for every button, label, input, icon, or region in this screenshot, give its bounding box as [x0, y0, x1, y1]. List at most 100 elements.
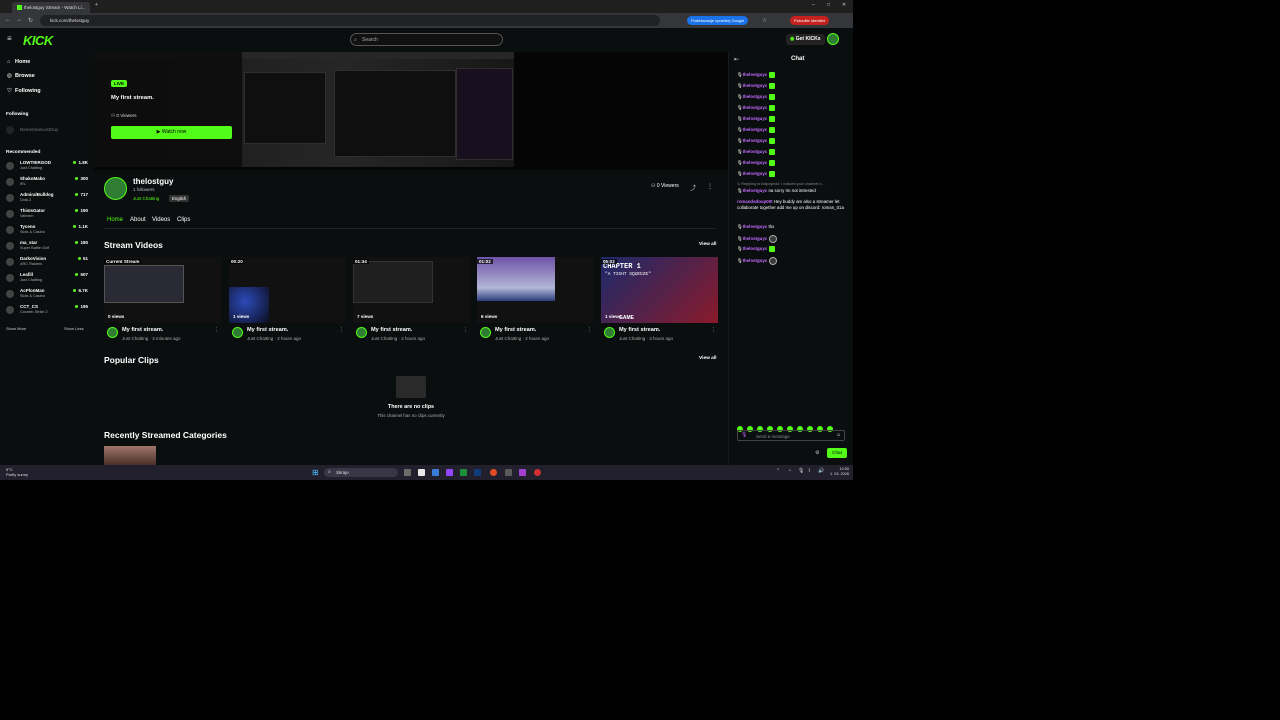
recommended-item[interactable]: Tyceno Slots & Casino 1.1K — [6, 224, 90, 238]
app-icon[interactable] — [474, 469, 481, 476]
chat-username[interactable]: romandsdoup00t — [737, 199, 773, 204]
recommended-item[interactable]: CCT_CS Counter-Strike 2 195 — [6, 304, 90, 318]
more-options-icon[interactable]: ⋮ — [707, 183, 713, 190]
chat-username[interactable]: thelostguyc — [743, 83, 768, 88]
tab-home[interactable]: Home — [107, 217, 123, 223]
tab-videos[interactable]: Videos — [152, 217, 170, 223]
recommended-item[interactable]: ShakoMako IRL 300 — [6, 176, 90, 190]
user-avatar[interactable] — [827, 33, 839, 45]
chat-username[interactable]: thelostguyc — [743, 171, 768, 176]
chat-username[interactable]: thelostguyc — [743, 127, 768, 132]
search-input[interactable]: Search — [350, 33, 503, 46]
recommended-item[interactable]: AdmiralBulldog Dota 2 717 — [6, 192, 90, 206]
channel-name: LOWTIERGOD — [20, 160, 51, 165]
chat-username[interactable]: thelostguyc — [743, 72, 768, 77]
channel-name[interactable]: thelostguy — [133, 177, 173, 186]
tabs-divider — [104, 228, 716, 229]
show-more-button[interactable]: Show More — [6, 326, 26, 331]
tab-clips[interactable]: Clips — [177, 217, 190, 223]
get-kicks-button[interactable]: ◉ Get KICKs — [786, 34, 825, 45]
show-less-button[interactable]: Show Less — [64, 326, 84, 331]
forward-icon[interactable]: → — [16, 17, 22, 23]
chat-username[interactable]: thelostguyc — [743, 160, 768, 165]
kick-logo[interactable]: KICK — [23, 33, 53, 48]
browser-tab[interactable]: thelostguy Stream - Watch Li... — [12, 2, 90, 13]
recommended-item[interactable]: DarkoVision ARC Raiders 51 — [6, 256, 90, 270]
sidebar-item-home[interactable]: ⌂ Home — [7, 59, 30, 65]
sidebar-item-browse[interactable]: ◎ Browse — [7, 73, 35, 79]
chat-username[interactable]: thelostguyc — [743, 246, 768, 251]
star-icon[interactable]: ☆ — [762, 17, 767, 24]
wifi-icon[interactable]: ⌇ — [808, 468, 810, 474]
tab-about[interactable]: About — [130, 217, 146, 223]
app-icon[interactable] — [519, 469, 526, 476]
recommended-item[interactable]: LOWTIERGOD Just Chatting 1.8K — [6, 160, 90, 174]
recommended-item[interactable]: Leafill Just Chatting 507 — [6, 272, 90, 286]
recommended-item[interactable]: AcPlonMan Slots & Casino 6.7K — [6, 288, 90, 302]
translate-pill[interactable]: Podešavanje vpravbej Google — [687, 16, 749, 25]
sidebar-item-following[interactable]: ♡ Following — [7, 88, 41, 94]
more-options-icon[interactable]: ⋮ — [711, 327, 716, 333]
language-badge[interactable]: English — [169, 195, 190, 202]
app-icon[interactable] — [505, 469, 512, 476]
channel-avatar[interactable] — [104, 177, 127, 200]
windows-start-icon[interactable]: ⊞ — [312, 468, 319, 477]
new-tab-icon[interactable]: + — [95, 2, 98, 8]
more-options-icon[interactable]: ⋮ — [587, 327, 592, 333]
video-label: Current Stream — [104, 259, 142, 264]
watch-now-button[interactable]: ▶ Watch now — [111, 126, 232, 139]
taskbar-search[interactable]: Skraje — [324, 468, 398, 477]
chat-username[interactable]: thelostguyc — [743, 236, 768, 241]
video-camera-icon — [396, 376, 426, 398]
avatar — [6, 194, 14, 202]
weather-widget[interactable]: 9°C Partly sunny — [6, 467, 28, 477]
chat-username[interactable]: thelostguyc — [743, 258, 768, 263]
mic-icon[interactable]: 🎙 — [798, 468, 804, 474]
share-icon[interactable]: ⤴ — [690, 183, 696, 192]
recommended-item[interactable]: ThisIsGator Valheim 190 — [6, 208, 90, 222]
task-view-icon[interactable] — [404, 469, 411, 476]
app-icon[interactable] — [534, 469, 541, 476]
popular-clips-view-all[interactable]: View all — [699, 356, 717, 361]
menu-icon[interactable]: ≡ — [7, 34, 12, 43]
following-item[interactable]: DementiveLostGuy — [6, 125, 90, 135]
emoji-picker-icon[interactable]: ☺ — [836, 432, 841, 438]
address-bar[interactable]: kick.com/thelostguy — [40, 15, 660, 26]
back-icon[interactable]: ← — [5, 17, 11, 23]
more-options-icon[interactable]: ⋮ — [463, 327, 468, 333]
profile-pill[interactable]: Potvrdite identitet — [790, 16, 829, 25]
category-thumbnail[interactable] — [104, 446, 156, 465]
network-icon[interactable]: ◔ — [788, 468, 791, 474]
tray-chevron-icon[interactable]: ⌃ — [776, 468, 780, 474]
system-clock[interactable]: 10:50 1. 03. 2026 — [830, 467, 849, 477]
chat-username[interactable]: thelostguyc — [743, 188, 768, 193]
chat-username[interactable]: thelostguyc — [743, 116, 768, 121]
collapse-chat-icon[interactable]: ⇤ — [734, 56, 739, 63]
more-options-icon[interactable]: ⋮ — [339, 327, 344, 333]
volume-icon[interactable]: 🔊 — [818, 468, 824, 474]
chat-username[interactable]: thelostguyc — [743, 94, 768, 99]
app-icon[interactable] — [446, 469, 453, 476]
chat-username[interactable]: thelostguyc — [743, 105, 768, 110]
chat-input[interactable]: Send a message — [737, 430, 845, 441]
settings-icon[interactable]: ⚙ — [815, 450, 819, 456]
recommended-item[interactable]: ma_star Super Battle Golf 180 — [6, 240, 90, 254]
chat-username[interactable]: thelostguyc — [743, 138, 768, 143]
minimize-icon[interactable]: – — [812, 2, 815, 8]
chat-username[interactable]: thelostguyc — [743, 149, 768, 154]
store-icon[interactable] — [432, 469, 439, 476]
reload-icon[interactable]: ↻ — [28, 17, 33, 24]
file-icon[interactable] — [418, 469, 425, 476]
popular-clips-heading: Popular Clips — [104, 355, 159, 365]
video-thumbnail: 01:34 7 views — [353, 257, 470, 323]
chat-username[interactable]: thelostguyc — [743, 224, 768, 229]
more-options-icon[interactable]: ⋮ — [214, 327, 219, 333]
stream-videos-view-all[interactable]: View all — [699, 242, 717, 247]
chrome-icon[interactable] — [490, 469, 497, 476]
close-window-icon[interactable]: ✕ — [842, 2, 846, 8]
maximize-icon[interactable]: □ — [827, 2, 830, 8]
excel-icon[interactable] — [460, 469, 467, 476]
video-player[interactable]: LIVE My first stream. ⚇ 0 Viewers ▶ Watc… — [94, 52, 728, 170]
channel-category-link[interactable]: Just Chatting — [133, 196, 159, 201]
send-chat-button[interactable]: Chat — [827, 448, 847, 458]
